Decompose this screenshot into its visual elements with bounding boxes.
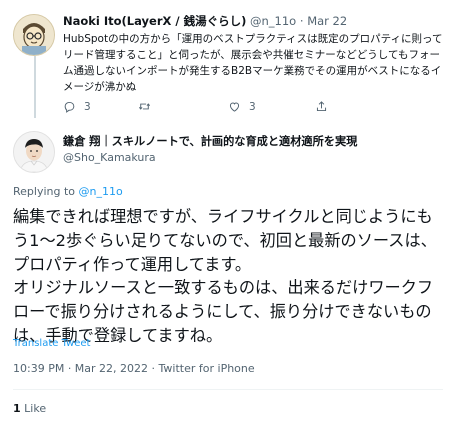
stats-divider xyxy=(13,389,443,390)
main-display-name[interactable]: 鎌倉 翔｜スキルノートで、計画的な育成と適材適所を実現 xyxy=(63,133,357,149)
retweet-icon xyxy=(138,103,151,110)
likes-count: 1 xyxy=(13,402,21,415)
reply-icon xyxy=(64,101,75,113)
like-button[interactable]: 3 xyxy=(228,100,256,113)
main-avatar[interactable] xyxy=(13,131,55,173)
parent-avatar[interactable] xyxy=(13,14,55,56)
reply-button[interactable]: 3 xyxy=(63,100,91,113)
avatar-illustration-icon xyxy=(14,15,54,55)
replying-to: Replying to @n_11o xyxy=(13,185,123,198)
share-button[interactable] xyxy=(315,100,328,113)
like-count: 3 xyxy=(249,100,256,113)
main-tweet-text: 編集できれば理想ですが、ライフサイクルと同じようにもう1〜2歩ぐらい足りてないの… xyxy=(13,205,448,348)
likes-stat[interactable]: 1 Like xyxy=(13,402,46,415)
replying-handle-link[interactable]: @n_11o xyxy=(79,185,123,198)
like-icon xyxy=(229,102,240,112)
parent-separator: · xyxy=(299,14,304,28)
share-icon xyxy=(316,101,327,112)
parent-tweet-text: HubSpotの中の方から「運用のベストプラクティスは既定のプロパティに則ってリ… xyxy=(63,33,443,93)
thread-connector-line xyxy=(34,56,36,118)
main-tweet-paragraph-1: 編集できれば理想ですが、ライフサイクルと同じようにもう1〜2歩ぐらい足りてないの… xyxy=(13,207,437,274)
parent-tweet-header: Naoki Ito(LayerX / 銭湯ぐらし) @n_11o · Mar 2… xyxy=(63,13,347,29)
parent-date[interactable]: Mar 22 xyxy=(307,14,347,28)
main-handle[interactable]: @Sho_Kamakura xyxy=(63,151,156,164)
parent-handle[interactable]: @n_11o xyxy=(250,14,296,28)
parent-display-name[interactable]: Naoki Ito(LayerX / 銭湯ぐらし) xyxy=(63,14,246,28)
retweet-button[interactable] xyxy=(138,100,159,113)
tweet-timestamp[interactable]: 10:39 PM · Mar 22, 2022 · Twitter for iP… xyxy=(13,362,255,375)
translate-tweet-link[interactable]: Translate Tweet xyxy=(13,338,90,349)
parent-tweet-actions: 3 3 xyxy=(63,100,423,116)
reply-count: 3 xyxy=(84,100,91,113)
likes-label: Like xyxy=(24,402,47,415)
avatar-photo-icon xyxy=(14,132,54,172)
replying-prefix: Replying to xyxy=(13,185,76,198)
